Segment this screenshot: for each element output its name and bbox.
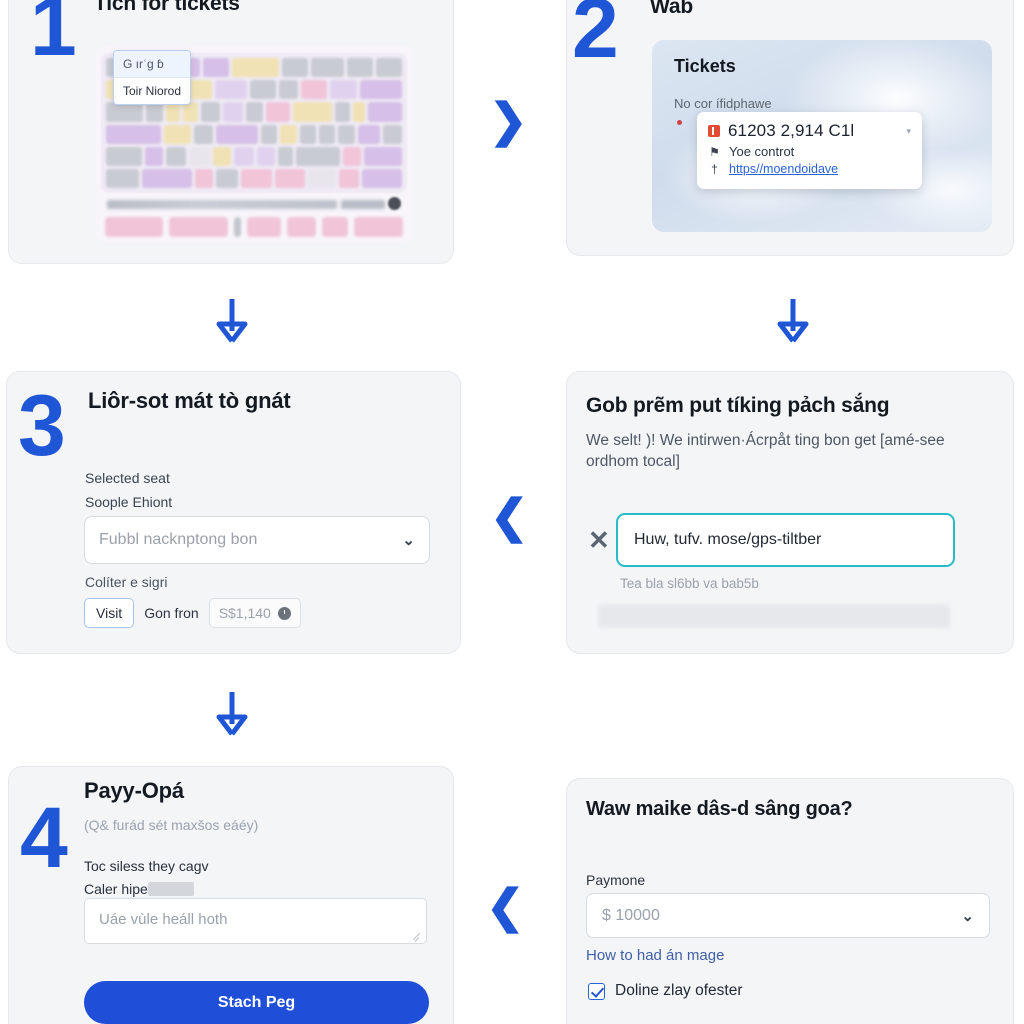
checkbox-label: Doline zlay ofester (615, 982, 743, 999)
notes-placeholder: Uáe vùle heáll hoth (99, 911, 228, 928)
step-3-title: Liôr-sot mát tò gnát (88, 388, 291, 413)
popup-primary-row: 61203 2,914 C1l ▾ (708, 121, 911, 141)
sky-background-card: Tickets No cor ífidphawe 61203 2,914 C1l… (652, 40, 992, 232)
resize-handle-icon[interactable] (412, 930, 422, 940)
redacted-value (148, 882, 194, 896)
step-4-number: 4 (20, 790, 68, 886)
price-chip[interactable]: S$1,140 (208, 598, 301, 628)
context-menu-item-second[interactable]: Toir Niorod (114, 78, 190, 104)
price-prefix-label: Gon fron (144, 605, 199, 621)
path-input-value: Huw, tufv. mose/gps-tiltber (634, 531, 822, 548)
step-3-actions: Visit Gon fron S$1,140 (84, 598, 301, 628)
arrow-left-row2: ❮ (490, 490, 529, 542)
popup-secondary-text: Yoe controt (729, 144, 795, 159)
payment-amount-select[interactable]: $ 10000 ⌄ (586, 893, 990, 938)
flag-icon: ⚑ (709, 144, 720, 159)
keyboard-caption-right-blur (341, 200, 385, 209)
seat-select-placeholder: Fubbl nacknptong bon (99, 531, 258, 548)
step-3-number: 3 (18, 378, 66, 474)
step-1-number: 1 (30, 0, 77, 73)
chevron-down-icon[interactable]: ⌄ (402, 531, 415, 549)
chevron-down-icon[interactable]: ⌄ (961, 907, 974, 925)
arrow-down-right-col (773, 297, 813, 347)
path-input[interactable]: Huw, tufv. mose/gps-tiltber (616, 513, 955, 567)
payment-field-label: Paymone (586, 872, 646, 888)
keyboard-context-menu[interactable]: G ırʿg ɓ Toir Niorod (113, 50, 191, 105)
filter-label: Colíter e sigri (85, 574, 168, 590)
flow-diagram: 1 Tich for tickets G ırʿg ɓ Toir Niorod … (0, 0, 1024, 1024)
seat-sub-label: Soople Ehiont (85, 494, 173, 510)
visit-button[interactable]: Visit (84, 598, 135, 628)
path-input-hint: Tea bla sl6bb va bab5b (620, 576, 759, 591)
tickets-card-title: Tickets (674, 56, 736, 76)
popup-primary-text: 61203 2,914 C1l (728, 121, 855, 140)
popup-link-row[interactable]: † https//moendoidave (708, 162, 911, 176)
close-icon[interactable]: ✕ (588, 525, 610, 556)
keyboard-status-dot (388, 197, 401, 210)
arrow-down-left-col (212, 297, 252, 347)
popup-link-text[interactable]: https//moendoidave (729, 162, 838, 176)
price-value: S$1,140 (218, 605, 271, 621)
step-2-number: 2 (572, 0, 619, 75)
popup-secondary-row: ⚑ Yoe controt (708, 144, 911, 159)
step-4-label-b: Caler hipe (84, 881, 148, 897)
calendar-icon (708, 125, 720, 137)
step-4-subtitle: (Q& furád sét maxšos eáéy) (84, 817, 259, 833)
clock-icon (277, 606, 291, 620)
redacted-bar (598, 604, 950, 628)
selected-seat-label: Selected seat (85, 470, 170, 486)
help-link[interactable]: How to had án mage (586, 947, 724, 964)
seat-select[interactable]: Fubbl nacknptong bon ⌄ (84, 516, 430, 564)
arrow-right-step1-to-step2: ❯ (489, 94, 528, 146)
context-menu-item-selected[interactable]: G ırʿg ɓ (114, 51, 190, 78)
detail-panel-body: We selt! )! We intirwen·Ácrpåt ting bon … (586, 432, 945, 471)
notes-textarea[interactable]: Uáe vùle heáll hoth (84, 898, 427, 944)
payment-amount-placeholder: $ 10000 (602, 906, 660, 924)
payment-panel-title: Waw maike dâs-d sâng goa? (586, 798, 853, 820)
arrow-down-left-col-2 (212, 690, 252, 740)
keyboard-footer-keys (105, 217, 403, 237)
checkbox-checked-icon[interactable] (588, 982, 605, 1000)
step-1-title: Tich for tickets (94, 0, 240, 15)
chevron-down-icon[interactable]: ▾ (906, 126, 911, 137)
step-4-title: Payy-Opá (84, 778, 184, 803)
link-icon: † (711, 162, 718, 176)
step-4-label-a: Toc siless they cagv (84, 858, 209, 874)
bullet-dot (677, 120, 682, 125)
tickets-card-subtitle: No cor ífidphawe (674, 96, 772, 111)
ticket-popup-card[interactable]: 61203 2,914 C1l ▾ ⚑ Yoe controt † https/… (697, 112, 922, 189)
detail-panel-title: Gob prẽm put tíking pảch sắng (586, 394, 890, 417)
agree-checkbox-row[interactable]: Doline zlay ofester (588, 982, 743, 1000)
step-2-title: Wab (650, 0, 693, 18)
submit-button[interactable]: Stach Peg (84, 981, 429, 1024)
keyboard-caption-blur (107, 200, 337, 209)
arrow-left-row3: ❮ (486, 880, 525, 932)
